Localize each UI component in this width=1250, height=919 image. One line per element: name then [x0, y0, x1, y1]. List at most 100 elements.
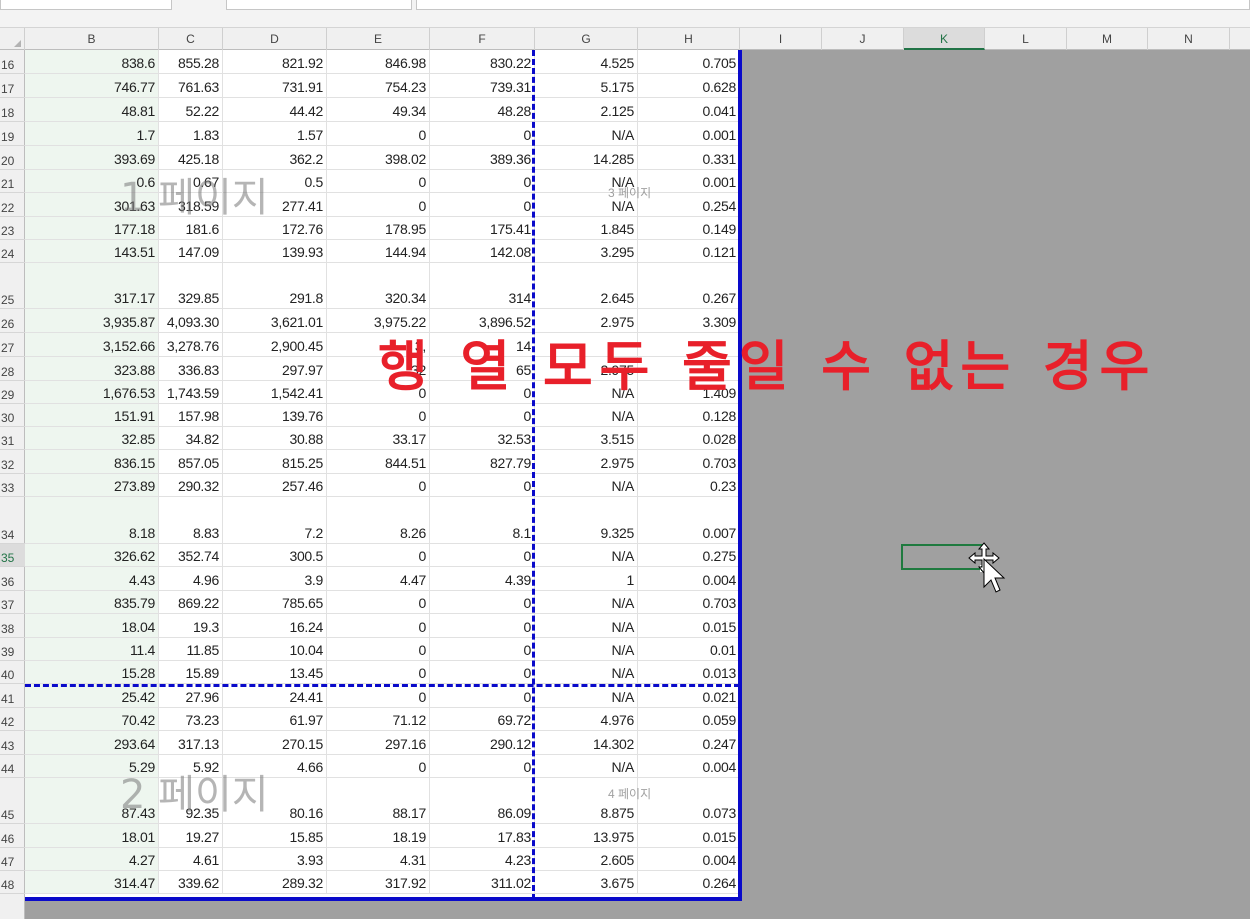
cell-d17[interactable]: 731.91 [223, 74, 327, 97]
cell-d32[interactable]: 815.25 [223, 450, 327, 473]
cell-f22[interactable]: 0 [430, 193, 535, 216]
cell-e44[interactable]: 0 [327, 755, 430, 777]
cell-d44[interactable]: 4.66 [223, 755, 327, 777]
cell-h40[interactable]: 0.013 [638, 661, 740, 683]
cell-h45[interactable]: 0.073 [638, 778, 740, 823]
row-header-43[interactable]: 43 [0, 731, 25, 755]
cell-c22[interactable]: 318.59 [159, 193, 223, 216]
outside-print-area[interactable] [740, 50, 1250, 919]
cell-b35[interactable]: 326.62 [25, 544, 159, 566]
cell-c35[interactable]: 352.74 [159, 544, 223, 566]
cell-e27[interactable]: 3, [327, 333, 430, 356]
cell-h39[interactable]: 0.01 [638, 638, 740, 660]
cell-e18[interactable]: 49.34 [327, 98, 430, 121]
cell-e37[interactable]: 0 [327, 591, 430, 613]
cell-c32[interactable]: 857.05 [159, 450, 223, 473]
cell-h46[interactable]: 0.015 [638, 824, 740, 847]
cell-e22[interactable]: 0 [327, 193, 430, 216]
cell-b34[interactable]: 8.18 [25, 497, 159, 543]
cell-f38[interactable]: 0 [430, 614, 535, 637]
cell-g19[interactable]: N/A [535, 122, 638, 145]
cell-c42[interactable]: 73.23 [159, 708, 223, 730]
cell-f40[interactable]: 0 [430, 661, 535, 683]
cell-h36[interactable]: 0.004 [638, 567, 740, 590]
cell-h27[interactable] [638, 333, 740, 356]
cell-b22[interactable]: 301.63 [25, 193, 159, 216]
cell-b24[interactable]: 143.51 [25, 240, 159, 262]
cell-h34[interactable]: 0.007 [638, 497, 740, 543]
row-header-40[interactable]: 40 [0, 661, 25, 684]
cell-c30[interactable]: 157.98 [159, 404, 223, 426]
cell-b23[interactable]: 177.18 [25, 217, 159, 239]
cell-d35[interactable]: 300.5 [223, 544, 327, 566]
cell-e47[interactable]: 4.31 [327, 848, 430, 870]
row-header-21[interactable]: 21 [0, 170, 25, 193]
cell-f41[interactable]: 0 [430, 684, 535, 707]
cell-d48[interactable]: 289.32 [223, 871, 327, 893]
cell-b26[interactable]: 3,935.87 [25, 309, 159, 332]
cell-d42[interactable]: 61.97 [223, 708, 327, 730]
row-header-37[interactable]: 37 [0, 591, 25, 614]
cell-e43[interactable]: 297.16 [327, 731, 430, 754]
cell-e26[interactable]: 3,975.22 [327, 309, 430, 332]
cell-d40[interactable]: 13.45 [223, 661, 327, 683]
row-header-19[interactable]: 19 [0, 122, 25, 146]
column-header-h[interactable]: H [638, 28, 740, 50]
cell-b37[interactable]: 835.79 [25, 591, 159, 613]
cell-f43[interactable]: 290.12 [430, 731, 535, 754]
row-header-41[interactable]: 41 [0, 684, 25, 708]
cell-g41[interactable]: N/A [535, 684, 638, 707]
cell-g27[interactable] [535, 333, 638, 356]
cell-d41[interactable]: 24.41 [223, 684, 327, 707]
cell-c41[interactable]: 27.96 [159, 684, 223, 707]
formula-input[interactable] [416, 0, 1250, 10]
cell-d29[interactable]: 1,542.41 [223, 381, 327, 403]
name-box[interactable] [0, 0, 172, 10]
cell-f33[interactable]: 0 [430, 474, 535, 496]
cell-c37[interactable]: 869.22 [159, 591, 223, 613]
cell-b17[interactable]: 746.77 [25, 74, 159, 97]
cell-g17[interactable]: 5.175 [535, 74, 638, 97]
row-header-29[interactable]: 29 [0, 381, 25, 404]
cell-d21[interactable]: 0.5 [223, 170, 327, 192]
row-header-22[interactable]: 22 [0, 193, 25, 217]
cell-c31[interactable]: 34.82 [159, 427, 223, 449]
row-header-42[interactable]: 42 [0, 708, 25, 731]
column-header-d[interactable]: D [223, 28, 327, 50]
cell-f48[interactable]: 311.02 [430, 871, 535, 893]
cell-g34[interactable]: 9.325 [535, 497, 638, 543]
cell-f45[interactable]: 86.09 [430, 778, 535, 823]
cell-f32[interactable]: 827.79 [430, 450, 535, 473]
cell-e19[interactable]: 0 [327, 122, 430, 145]
cell-d47[interactable]: 3.93 [223, 848, 327, 870]
cell-e42[interactable]: 71.12 [327, 708, 430, 730]
cell-f47[interactable]: 4.23 [430, 848, 535, 870]
cell-c36[interactable]: 4.96 [159, 567, 223, 590]
cell-h37[interactable]: 0.703 [638, 591, 740, 613]
cell-g24[interactable]: 3.295 [535, 240, 638, 262]
row-header-38[interactable]: 38 [0, 614, 25, 638]
cell-b32[interactable]: 836.15 [25, 450, 159, 473]
cell-f27[interactable]: 14 [430, 333, 535, 356]
cell-f37[interactable]: 0 [430, 591, 535, 613]
cell-g16[interactable]: 4.525 [535, 50, 638, 73]
cell-h35[interactable]: 0.275 [638, 544, 740, 566]
cell-c16[interactable]: 855.28 [159, 50, 223, 73]
row-header-39[interactable]: 39 [0, 638, 25, 661]
cell-c34[interactable]: 8.83 [159, 497, 223, 543]
cell-f20[interactable]: 389.36 [430, 146, 535, 169]
cell-g36[interactable]: 1 [535, 567, 638, 590]
cell-b44[interactable]: 5.29 [25, 755, 159, 777]
cell-c29[interactable]: 1,743.59 [159, 381, 223, 403]
cell-c44[interactable]: 5.92 [159, 755, 223, 777]
cell-f42[interactable]: 69.72 [430, 708, 535, 730]
row-header-44[interactable]: 44 [0, 755, 25, 778]
cell-c33[interactable]: 290.32 [159, 474, 223, 496]
row-header-47[interactable]: 47 [0, 848, 25, 871]
cell-c17[interactable]: 761.63 [159, 74, 223, 97]
cell-h38[interactable]: 0.015 [638, 614, 740, 637]
cell-b21[interactable]: 0.6 [25, 170, 159, 192]
column-header-f[interactable]: F [430, 28, 535, 50]
cell-g40[interactable]: N/A [535, 661, 638, 683]
cell-b48[interactable]: 314.47 [25, 871, 159, 893]
